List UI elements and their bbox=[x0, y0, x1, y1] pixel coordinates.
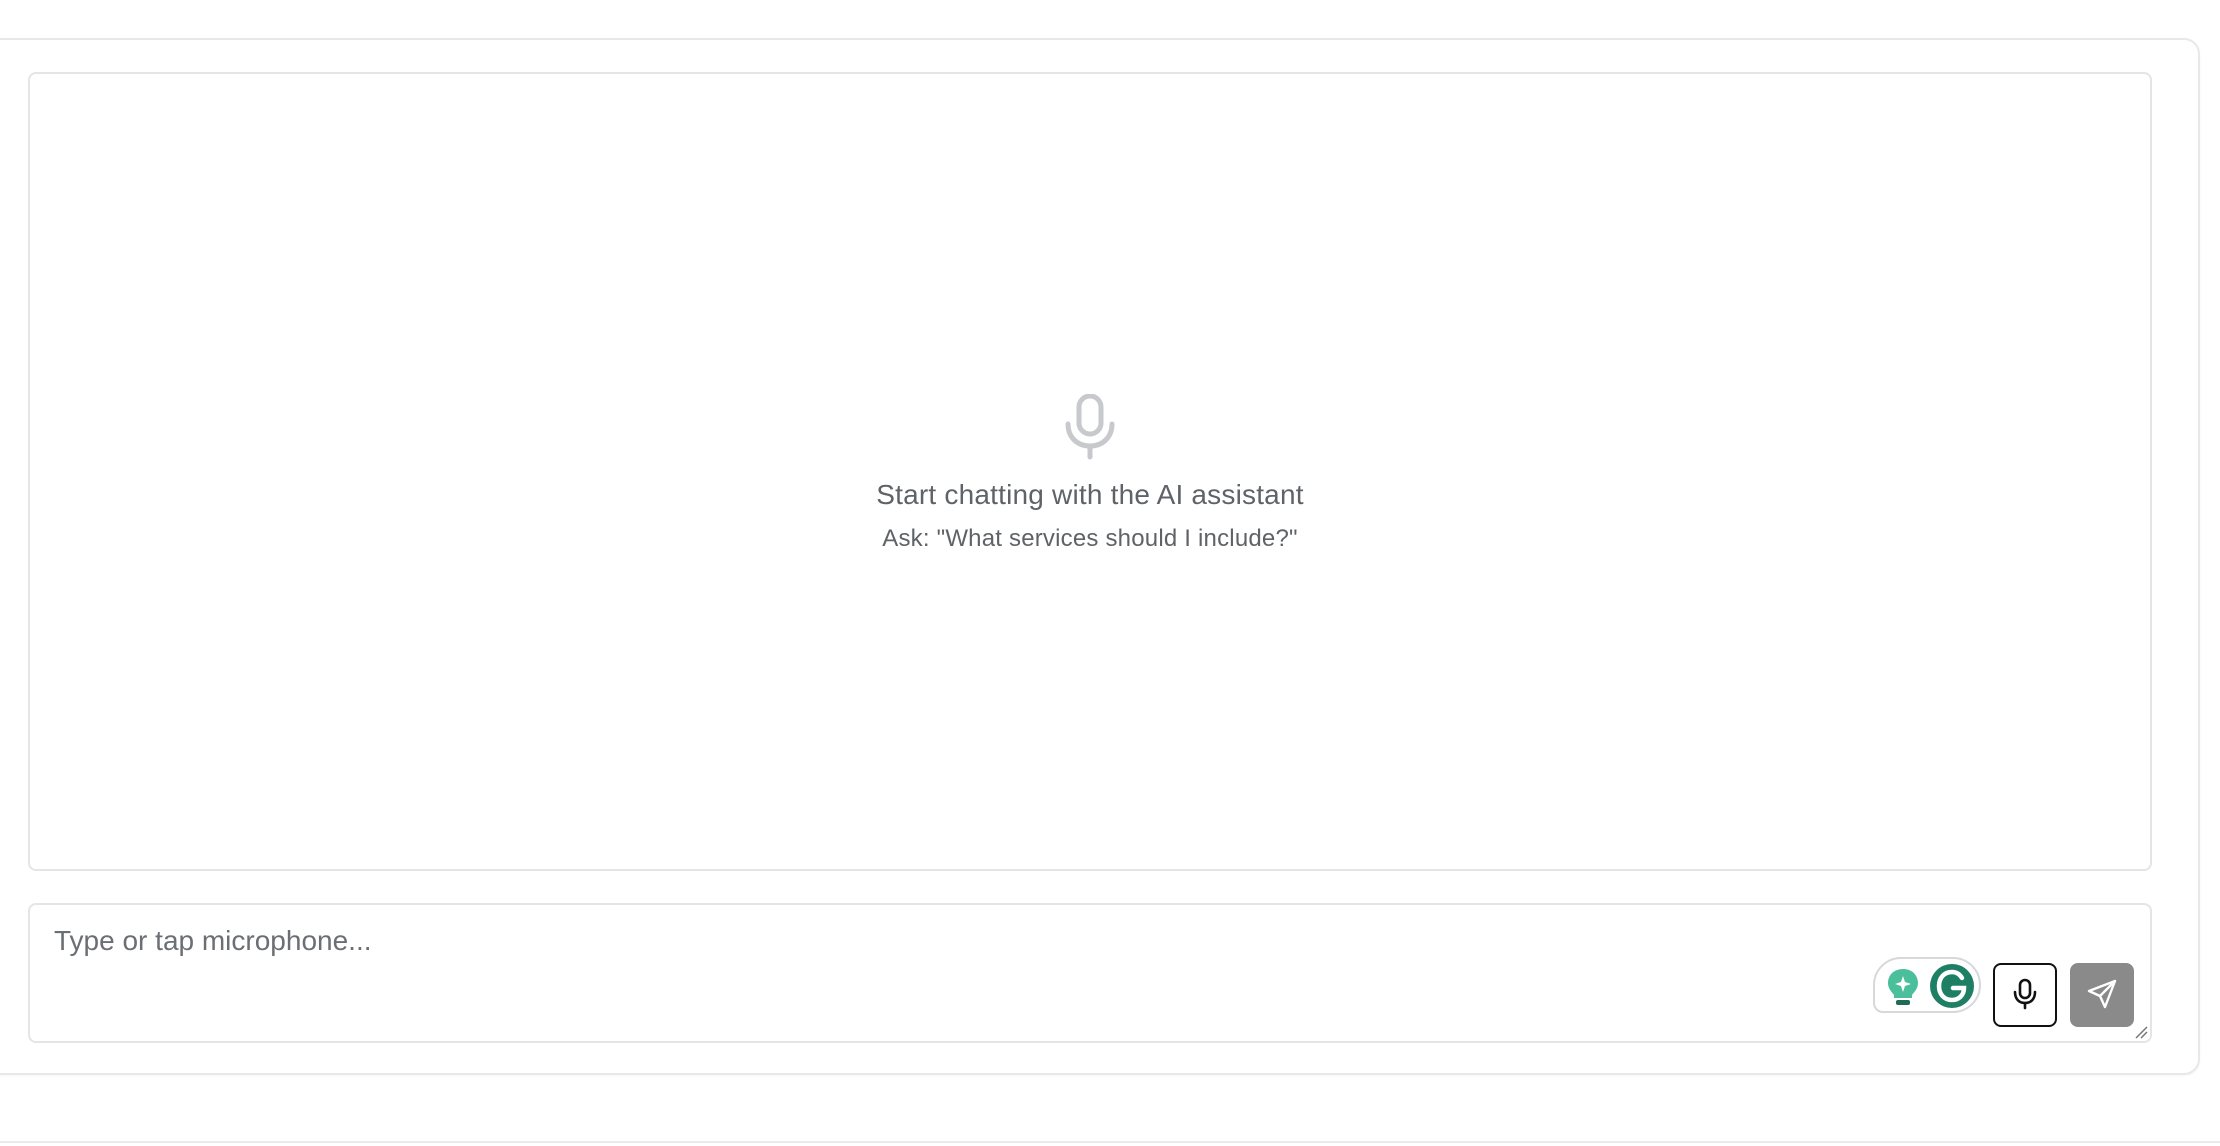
grammarly-widget[interactable] bbox=[1873, 957, 1981, 1013]
divider bbox=[0, 1141, 2220, 1143]
empty-state-title: Start chatting with the AI assistant bbox=[876, 479, 1304, 510]
send-button[interactable] bbox=[2070, 963, 2134, 1027]
grammarly-icon[interactable] bbox=[1929, 963, 1975, 1009]
resize-handle[interactable] bbox=[2134, 1025, 2148, 1039]
message-input[interactable] bbox=[30, 905, 2150, 1041]
page: Start chatting with the AI assistant Ask… bbox=[0, 0, 2220, 1146]
message-area[interactable]: Start chatting with the AI assistant Ask… bbox=[28, 72, 2152, 871]
empty-state-hint: Ask: "What services should I include?" bbox=[882, 525, 1298, 552]
composer bbox=[28, 903, 2152, 1043]
microphone-icon bbox=[2012, 978, 2038, 1013]
lightbulb-icon[interactable] bbox=[1885, 967, 1921, 1007]
microphone-icon bbox=[1062, 393, 1118, 460]
microphone-button[interactable] bbox=[1993, 963, 2057, 1027]
empty-state: Start chatting with the AI assistant Ask… bbox=[30, 393, 2150, 553]
send-icon bbox=[2086, 978, 2118, 1013]
